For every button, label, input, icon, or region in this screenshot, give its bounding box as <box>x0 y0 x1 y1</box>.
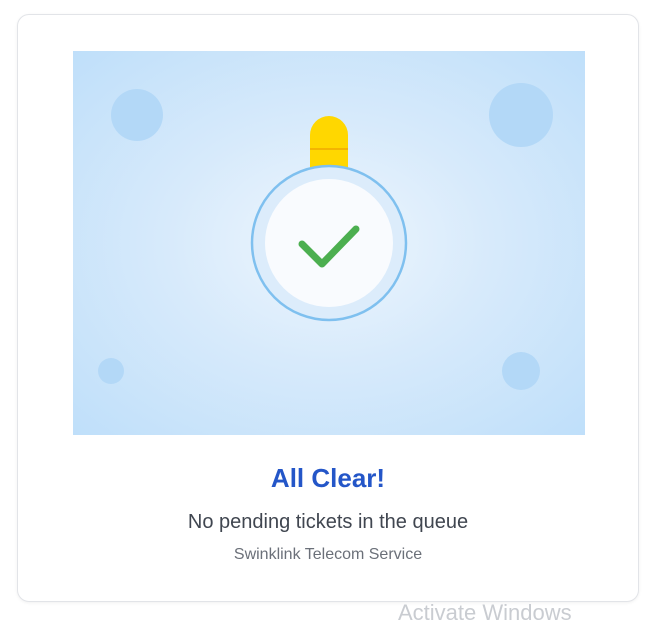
empty-state-card: All Clear! No pending tickets in the que… <box>17 14 639 602</box>
bubble-decoration <box>111 89 163 141</box>
bubble-decoration <box>98 358 124 384</box>
bubble-decoration <box>502 352 540 390</box>
bubble-decoration <box>489 83 553 147</box>
service-name: Swinklink Telecom Service <box>233 546 423 563</box>
stopwatch-face <box>265 179 393 307</box>
empty-state-title: All Clear! <box>270 463 386 493</box>
empty-state-illustration <box>73 51 585 435</box>
windows-activation-watermark: Activate Windows <box>398 600 572 625</box>
stopwatch-check-icon <box>98 83 553 390</box>
empty-state-subtitle: No pending tickets in the queue <box>187 511 469 533</box>
